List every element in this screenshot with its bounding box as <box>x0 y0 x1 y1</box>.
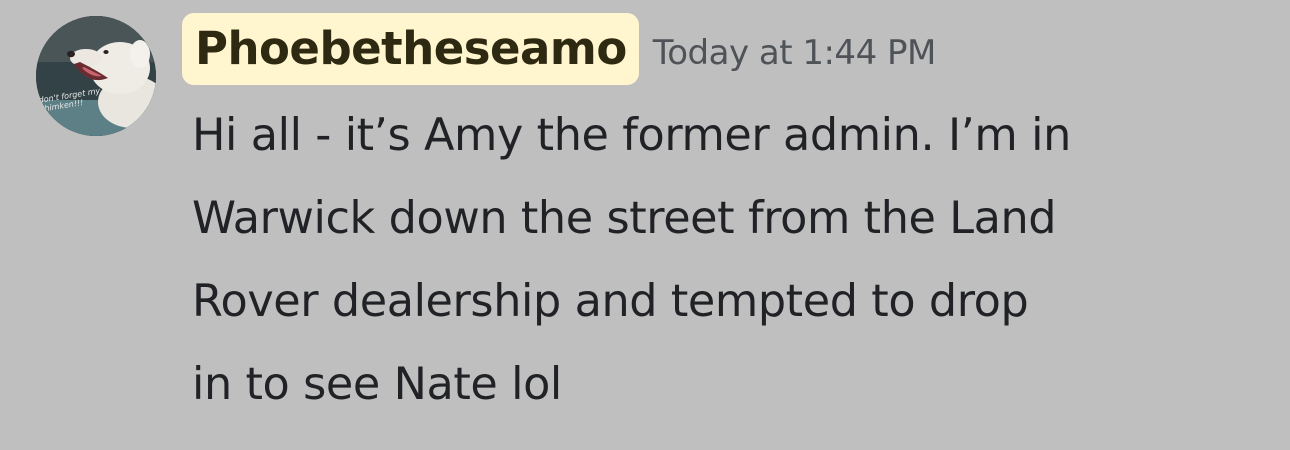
message-line: Rover dealership and tempted to drop <box>192 276 1029 327</box>
message-line: in to see Nate lol <box>192 359 562 410</box>
chat-message: don't forget my chimken!!! Phoebetheseam… <box>0 0 1290 450</box>
user-avatar[interactable]: don't forget my chimken!!! <box>36 16 156 136</box>
message-line: Hi all - it’s Amy the former admin. I’m … <box>192 110 1071 161</box>
dog-avatar-icon <box>36 16 156 136</box>
message-content: Hi all - it’s Amy the former admin. I’m … <box>192 94 1272 426</box>
message-header: Phoebetheseamo Today at 1:44 PM <box>182 12 936 86</box>
message-line: Warwick down the street from the Land <box>192 193 1057 244</box>
message-timestamp: Today at 1:44 PM <box>652 33 937 73</box>
username[interactable]: Phoebetheseamo <box>182 13 639 85</box>
